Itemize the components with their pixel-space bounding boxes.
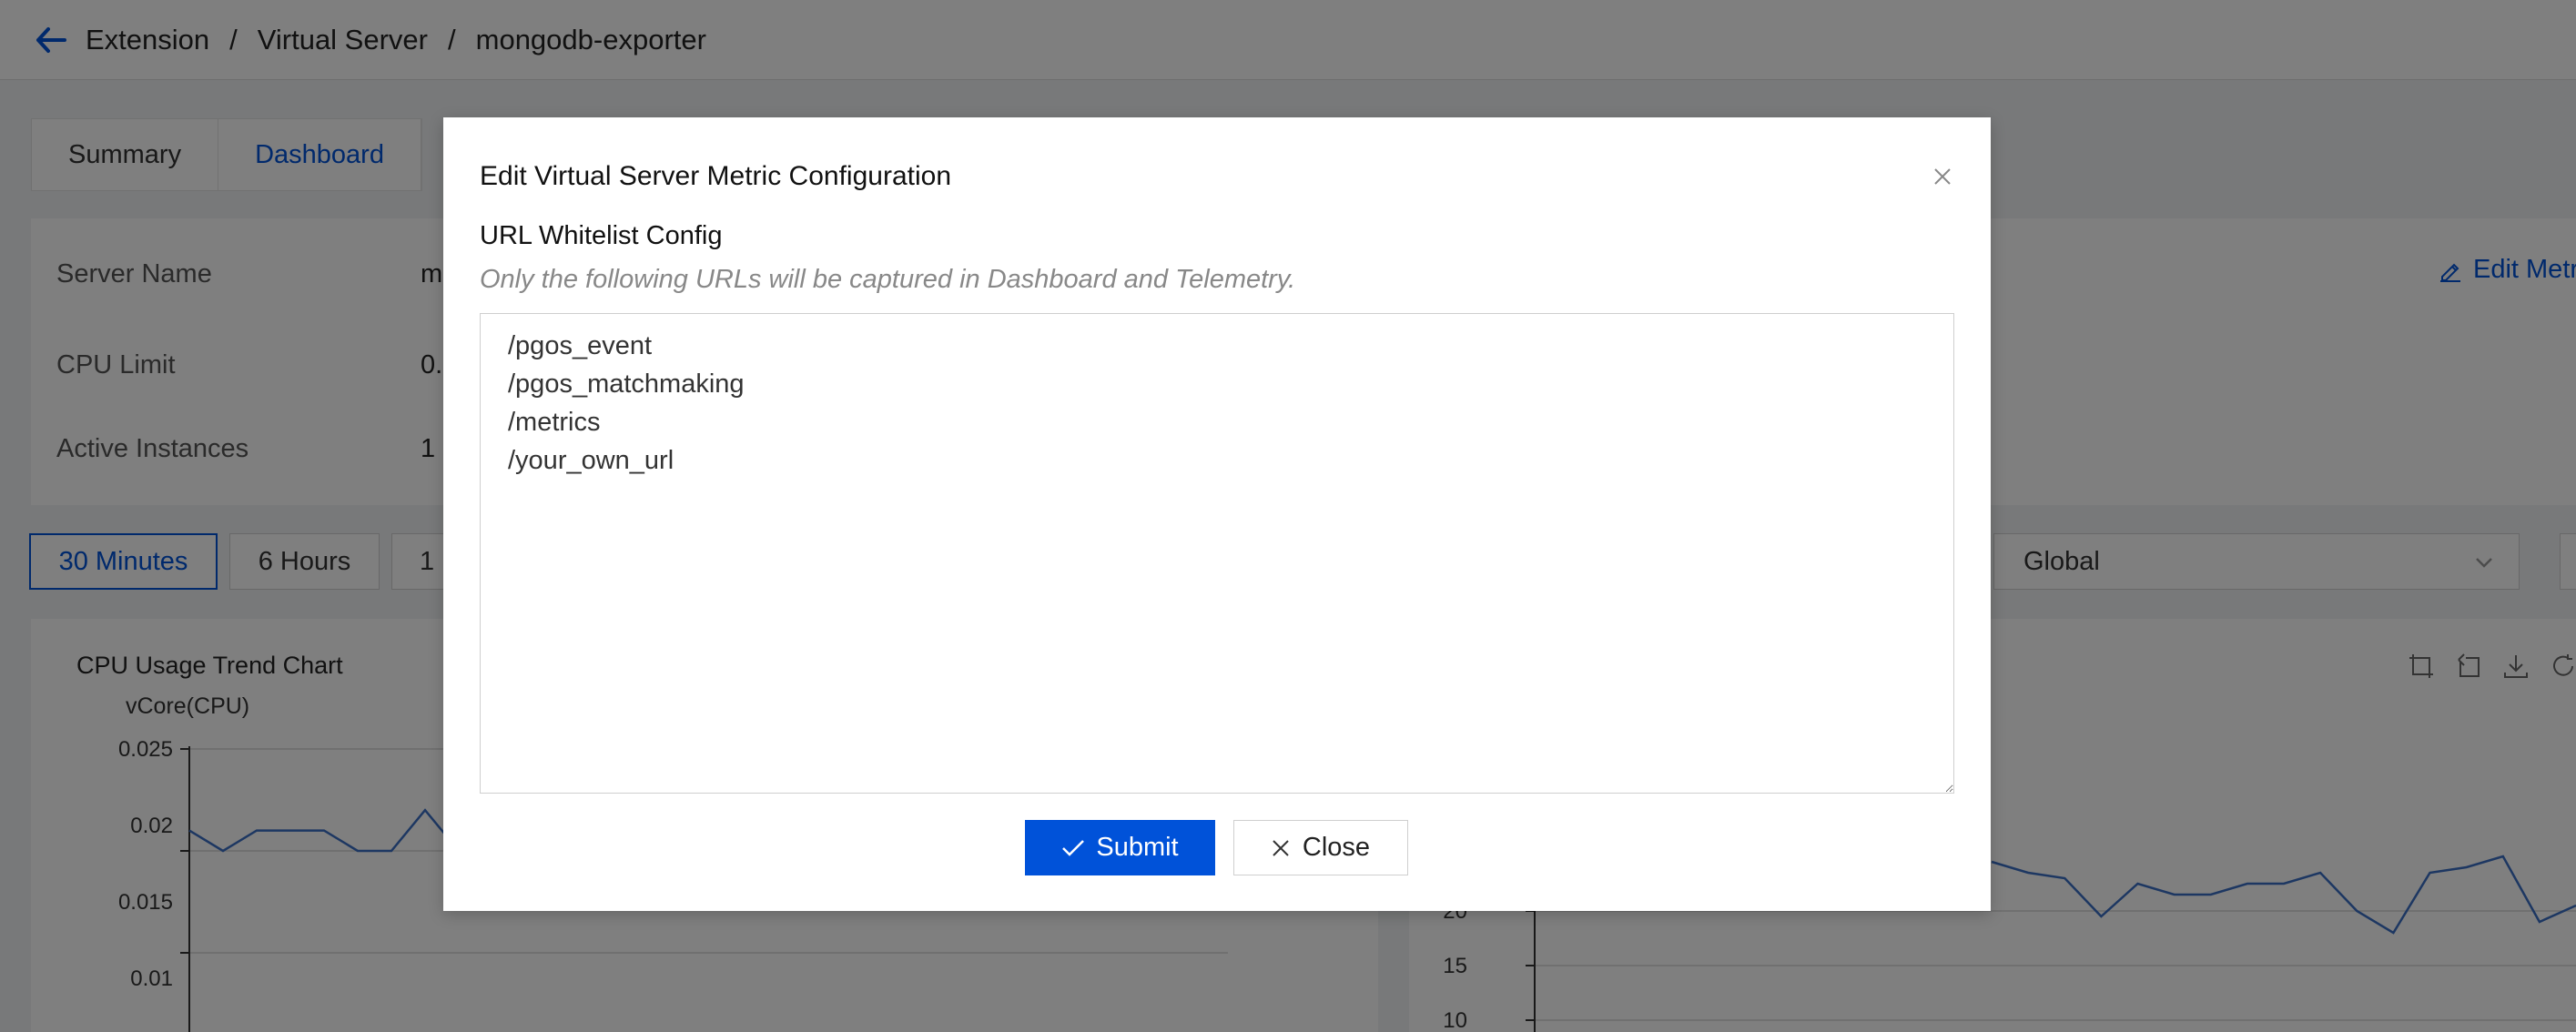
close-x-icon (1273, 839, 1289, 856)
close-button[interactable]: Close (1233, 820, 1408, 875)
close-icon[interactable] (1929, 163, 1956, 190)
close-label: Close (1302, 833, 1371, 862)
submit-button[interactable]: Submit (1025, 820, 1215, 875)
check-icon (1062, 839, 1085, 856)
submit-label: Submit (1096, 833, 1179, 862)
url-whitelist-textarea[interactable]: /pgos_event /pgos_matchmaking /metrics /… (480, 313, 1954, 794)
dialog-title: Edit Virtual Server Metric Configuration (480, 161, 951, 191)
url-whitelist-label: URL Whitelist Config (480, 221, 723, 250)
edit-metric-config-dialog: Edit Virtual Server Metric Configuration… (443, 117, 1991, 911)
url-whitelist-hint: Only the following URLs will be captured… (480, 265, 1296, 294)
